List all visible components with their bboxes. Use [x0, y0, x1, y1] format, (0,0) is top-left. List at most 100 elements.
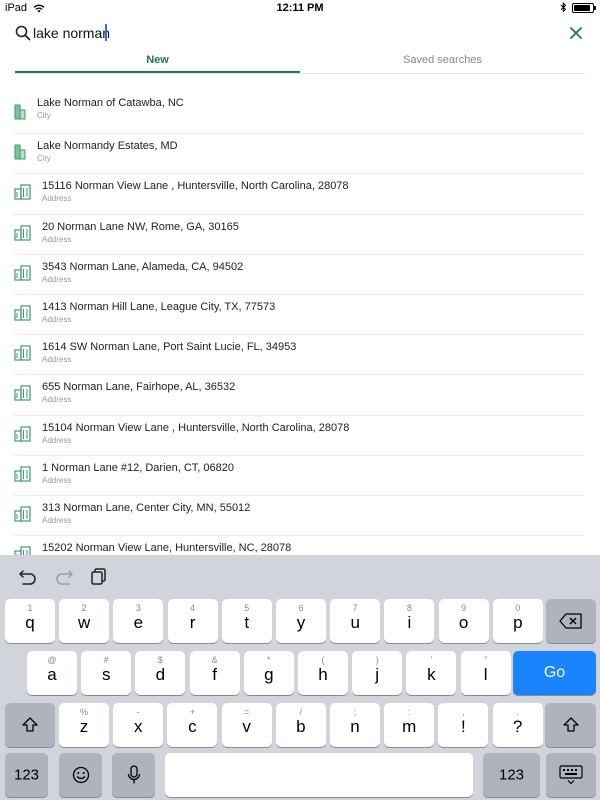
- result-type: City: [37, 154, 51, 164]
- building-icon: [14, 345, 31, 361]
- key-label: n: [350, 717, 360, 736]
- key-label: q: [25, 613, 35, 632]
- key-alt-label: ;: [353, 707, 357, 717]
- key-label: o: [458, 613, 469, 632]
- result-type: Address: [42, 475, 72, 485]
- result-type: Address: [42, 194, 72, 204]
- key-c[interactable]: + c: [167, 703, 218, 747]
- numbers-key-right[interactable]: 123: [483, 753, 540, 797]
- key-label: t: [244, 613, 250, 632]
- key-alt-label: (: [321, 655, 325, 665]
- result-item[interactable]: 313 Norman Lane, Center City, MN, 55012 A…: [14, 496, 584, 537]
- key-alt-label: %: [79, 707, 88, 717]
- key-alt-label: -: [136, 707, 140, 717]
- key-alt-label: 1: [27, 603, 33, 613]
- keyboard-hide-icon: [559, 765, 583, 785]
- building-icon: [14, 224, 31, 241]
- shift-key-left[interactable]: [5, 703, 55, 747]
- key-a[interactable]: @ a: [27, 651, 77, 695]
- undo-icon[interactable]: [18, 567, 38, 585]
- key-d[interactable]: $ d: [135, 651, 186, 695]
- result-item[interactable]: 3543 Norman Lane, Alameda, CA, 94502 Addr…: [14, 255, 584, 295]
- close-icon[interactable]: [568, 25, 584, 41]
- result-item[interactable]: 655 Norman Lane, Fairhope, AL, 36532 Addr…: [14, 375, 584, 416]
- key-alt-label: .: [516, 707, 519, 717]
- text-caret: [105, 24, 107, 41]
- result-item[interactable]: 20 Norman Lane NW, Rome, GA, 30165 Addres…: [14, 215, 584, 255]
- microphone-key[interactable]: [112, 753, 155, 797]
- key-label: a: [47, 665, 57, 684]
- key-t[interactable]: 5t: [221, 599, 272, 643]
- key-y[interactable]: 6y: [276, 599, 326, 643]
- key-alt-label: 3: [135, 603, 141, 613]
- backspace-key[interactable]: [546, 599, 596, 643]
- key-n[interactable]: ; n: [330, 703, 380, 747]
- result-title: 655 Norman Lane, Fairhope, AL, 36532: [42, 381, 236, 394]
- building-icon: [14, 305, 31, 321]
- numbers-label: 123: [498, 766, 525, 784]
- key-m[interactable]: :m: [384, 703, 435, 747]
- result-item[interactable]: 1413 Norman Hill Lane, League City, TX, …: [14, 295, 584, 336]
- result-title: 3543 Norman Lane, Alameda, CA, 94502: [42, 260, 244, 273]
- result-item[interactable]: Lake Normandy Estates, MD City: [14, 134, 584, 175]
- redo-icon[interactable]: [54, 567, 74, 585]
- result-type: Address: [42, 274, 72, 284]
- result-item[interactable]: Lake Norman of Catawba, NC City: [14, 94, 584, 135]
- key-w[interactable]: 2w: [59, 599, 110, 643]
- key-alt-label: 5: [244, 603, 250, 613]
- paste-icon[interactable]: [89, 567, 109, 585]
- result-item[interactable]: 15116 Norman View Lane , Huntersville, N…: [14, 174, 584, 215]
- key-label: d: [155, 665, 166, 684]
- tab-saved-searches[interactable]: Saved searches: [300, 48, 585, 73]
- result-item[interactable]: 1 Norman Lane #12, Darien, CT, 06820 Addr…: [14, 456, 584, 496]
- key-![interactable]: ,!: [438, 703, 489, 747]
- key-f[interactable]: & f: [189, 651, 240, 695]
- key-l[interactable]: ” l: [460, 651, 511, 695]
- key-b[interactable]: / b: [275, 703, 326, 747]
- key-v[interactable]: = v: [221, 703, 272, 747]
- key-x[interactable]: -x: [113, 703, 164, 747]
- key-j[interactable]: ) j: [352, 651, 403, 695]
- result-item[interactable]: 1614 SW Norman Lane, Port Saint Lucie, F…: [14, 335, 584, 376]
- emoji-key[interactable]: [59, 753, 102, 797]
- key-alt-label: ”: [484, 655, 488, 665]
- key-?[interactable]: .?: [492, 703, 543, 747]
- battery-icon: [572, 2, 596, 13]
- result-type: Address: [42, 314, 72, 324]
- key-u[interactable]: 7u: [330, 599, 381, 643]
- key-s[interactable]: # s: [81, 651, 132, 695]
- result-title: 1 Norman Lane #12, Darien, CT, 06820: [42, 461, 235, 474]
- space-bar[interactable]: [165, 753, 473, 797]
- key-h[interactable]: (h: [298, 651, 348, 695]
- key-label: ?: [512, 717, 523, 736]
- key-o[interactable]: 9o: [438, 599, 489, 643]
- key-i[interactable]: 8i: [384, 599, 435, 643]
- results-list: Lake Norman of Catawba, NC City Lake Norma…: [0, 94, 600, 555]
- go-button[interactable]: Go: [513, 651, 596, 695]
- hide-keyboard-key[interactable]: [546, 753, 596, 797]
- key-p[interactable]: 0p: [492, 599, 543, 643]
- tab-new[interactable]: New: [15, 48, 300, 73]
- shift-key-right[interactable]: [545, 703, 596, 747]
- result-title: 313 Norman Lane, Center City, MN, 55012: [42, 501, 251, 514]
- key-z[interactable]: % z: [59, 703, 109, 747]
- result-type: Address: [42, 355, 72, 365]
- key-q[interactable]: 1q: [5, 599, 55, 643]
- key-e[interactable]: 3e: [113, 599, 164, 643]
- numbers-key-left[interactable]: 123: [5, 753, 48, 797]
- result-item[interactable]: 15104 Norman View Lane , Huntersville, N…: [14, 416, 584, 456]
- key-label: s: [101, 665, 111, 684]
- key-alt-label: *: [267, 655, 271, 665]
- key-g[interactable]: * g: [243, 651, 294, 695]
- key-k[interactable]: ’ k: [406, 651, 457, 695]
- key-label: c: [188, 717, 197, 736]
- result-title: 20 Norman Lane NW, Rome, GA, 30165: [42, 220, 239, 233]
- result-item[interactable]: 15202 Norman View Lane, Huntersville, NC…: [14, 536, 584, 555]
- city-icon: [14, 144, 26, 160]
- key-alt-label: :: [407, 707, 411, 717]
- key-label: u: [350, 613, 360, 632]
- key-r[interactable]: 4r: [167, 599, 218, 643]
- bluetooth-icon: [560, 2, 567, 13]
- on-screen-keyboard: 1 q 2 w 3 e 4 r 5 t 6 y 7 u 8 i 9 o 0 p @ a # s $ d & f * g(h) j’ k” l Go…: [0, 555, 600, 800]
- key-label: b: [296, 717, 306, 736]
